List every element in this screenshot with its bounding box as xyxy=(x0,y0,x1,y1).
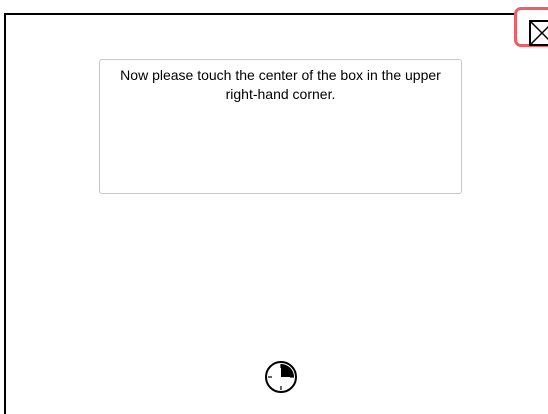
countdown-timer-icon xyxy=(265,361,297,393)
instruction-box: Now please touch the center of the box i… xyxy=(99,59,462,194)
instruction-text: Now please touch the center of the box i… xyxy=(120,67,441,102)
calibration-target-icon[interactable] xyxy=(529,20,548,46)
calibration-screen: Now please touch the center of the box i… xyxy=(0,0,548,414)
calibration-target-highlight[interactable] xyxy=(514,7,548,47)
